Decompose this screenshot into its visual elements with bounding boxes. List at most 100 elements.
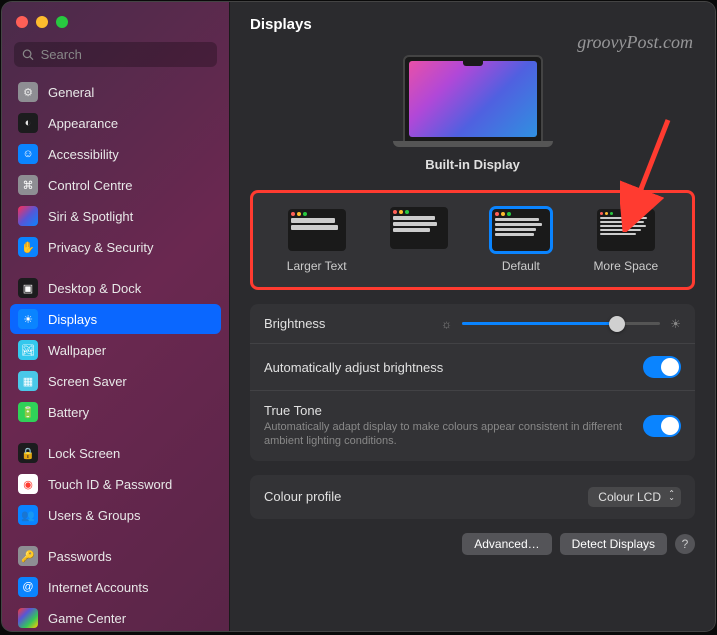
sidebar-item-label: Battery xyxy=(48,405,89,420)
sidebar-item-label: Lock Screen xyxy=(48,446,120,461)
key-icon: 🔑 xyxy=(18,546,38,566)
sidebar-item-label: Game Center xyxy=(48,611,126,626)
truetone-description: Automatically adapt display to make colo… xyxy=(264,420,643,449)
resolution-thumb xyxy=(492,209,550,251)
page-title: Displays xyxy=(250,16,695,33)
auto-brightness-label: Automatically adjust brightness xyxy=(264,360,443,375)
sidebar-item-label: Accessibility xyxy=(48,147,119,162)
close-window-button[interactable] xyxy=(16,16,28,28)
sidebar-item-label: Privacy & Security xyxy=(48,240,153,255)
colour-profile-label: Colour profile xyxy=(264,489,341,504)
sidebar-item-lock-screen[interactable]: 🔒 Lock Screen xyxy=(10,438,221,468)
screensaver-icon: ▦ xyxy=(18,371,38,391)
sidebar-item-game-center[interactable]: Game Center xyxy=(10,603,221,631)
displays-icon: ☀ xyxy=(18,309,38,329)
sun-dim-icon: ☼ xyxy=(441,317,452,331)
fullscreen-window-button[interactable] xyxy=(56,16,68,28)
resolution-thumb xyxy=(597,209,655,251)
sidebar-item-touch-id[interactable]: ◉ Touch ID & Password xyxy=(10,469,221,499)
wallpaper-icon: 🏞 xyxy=(18,340,38,360)
truetone-row: True Tone Automatically adapt display to… xyxy=(250,391,695,461)
sidebar-item-label: Desktop & Dock xyxy=(48,281,141,296)
auto-brightness-row: Automatically adjust brightness xyxy=(250,344,695,391)
sun-bright-icon: ☀ xyxy=(670,317,681,331)
sidebar-item-displays[interactable]: ☀ Displays xyxy=(10,304,221,334)
resolution-option-larger-text[interactable]: Larger Text xyxy=(287,209,347,273)
battery-icon: 🔋 xyxy=(18,402,38,422)
truetone-toggle[interactable] xyxy=(643,415,681,437)
users-icon: 👥 xyxy=(18,505,38,525)
sidebar-item-label: Touch ID & Password xyxy=(48,477,172,492)
resolution-label: Default xyxy=(502,259,540,273)
colour-profile-row: Colour profile Colour LCD ⌃⌄ xyxy=(250,475,695,519)
sidebar-item-internet-accounts[interactable]: @ Internet Accounts xyxy=(10,572,221,602)
brightness-row: Brightness ☼ ☀ xyxy=(250,304,695,344)
bottom-buttons: Advanced… Detect Displays ? xyxy=(250,533,695,555)
sidebar: ⚙ General ◐ Appearance ☺ Accessibility ⌘ Con… xyxy=(2,2,230,631)
sidebar-item-siri[interactable]: Siri & Spotlight xyxy=(10,201,221,231)
gamecenter-icon xyxy=(18,608,38,628)
sidebar-item-screen-saver[interactable]: ▦ Screen Saver xyxy=(10,366,221,396)
header: Displays xyxy=(230,2,715,45)
brightness-settings: Brightness ☼ ☀ Automatically adjust brig… xyxy=(250,304,695,461)
chevron-updown-icon: ⌃⌄ xyxy=(668,492,675,502)
lock-icon: 🔒 xyxy=(18,443,38,463)
gear-icon: ⚙ xyxy=(18,82,38,102)
sidebar-item-control-centre[interactable]: ⌘ Control Centre xyxy=(10,170,221,200)
sidebar-item-desktop-dock[interactable]: ▣ Desktop & Dock xyxy=(10,273,221,303)
sidebar-item-appearance[interactable]: ◐ Appearance xyxy=(10,108,221,138)
resolution-option-more-space[interactable]: More Space xyxy=(593,209,658,273)
resolution-picker: Larger Text xyxy=(250,190,695,290)
sidebar-item-battery[interactable]: 🔋 Battery xyxy=(10,397,221,427)
system-settings-window: ⚙ General ◐ Appearance ☺ Accessibility ⌘ Con… xyxy=(2,2,715,631)
appearance-icon: ◐ xyxy=(18,113,38,133)
advanced-button[interactable]: Advanced… xyxy=(462,533,551,555)
sidebar-item-label: Users & Groups xyxy=(48,508,140,523)
sidebar-item-accessibility[interactable]: ☺ Accessibility xyxy=(10,139,221,169)
desktop-icon: ▣ xyxy=(18,278,38,298)
sidebar-item-general[interactable]: ⚙ General xyxy=(10,77,221,107)
brightness-slider[interactable] xyxy=(462,322,660,325)
resolution-label: Larger Text xyxy=(287,259,347,273)
sidebar-item-label: Displays xyxy=(48,312,97,327)
sidebar-item-passwords[interactable]: 🔑 Passwords xyxy=(10,541,221,571)
sidebar-item-label: Wallpaper xyxy=(48,343,106,358)
resolution-thumb xyxy=(288,209,346,251)
sidebar-item-label: Internet Accounts xyxy=(48,580,148,595)
sidebar-item-label: General xyxy=(48,85,94,100)
sidebar-item-wallpaper[interactable]: 🏞 Wallpaper xyxy=(10,335,221,365)
sidebar-item-label: Screen Saver xyxy=(48,374,127,389)
resolution-option-default[interactable]: Default xyxy=(492,209,550,273)
colour-profile-block: Colour profile Colour LCD ⌃⌄ xyxy=(250,475,695,519)
help-button[interactable]: ? xyxy=(675,534,695,554)
resolution-label: More Space xyxy=(593,259,658,273)
minimize-window-button[interactable] xyxy=(36,16,48,28)
at-icon: @ xyxy=(18,577,38,597)
privacy-icon: ✋ xyxy=(18,237,38,257)
control-centre-icon: ⌘ xyxy=(18,175,38,195)
fingerprint-icon: ◉ xyxy=(18,474,38,494)
sidebar-item-label: Control Centre xyxy=(48,178,133,193)
auto-brightness-toggle[interactable] xyxy=(643,356,681,378)
main-content: Displays Built-in Display Larger Text xyxy=(230,2,715,631)
window-controls xyxy=(2,2,229,38)
display-preview: Built-in Display xyxy=(250,45,695,190)
detect-displays-button[interactable]: Detect Displays xyxy=(560,533,667,555)
accessibility-icon: ☺ xyxy=(18,144,38,164)
search-box[interactable] xyxy=(14,42,217,67)
sidebar-item-users-groups[interactable]: 👥 Users & Groups xyxy=(10,500,221,530)
siri-icon xyxy=(18,206,38,226)
resolution-option-2[interactable] xyxy=(390,207,448,273)
sidebar-list: ⚙ General ◐ Appearance ☺ Accessibility ⌘ Con… xyxy=(2,77,229,631)
sidebar-item-privacy[interactable]: ✋ Privacy & Security xyxy=(10,232,221,262)
sidebar-item-label: Appearance xyxy=(48,116,118,131)
colour-profile-select[interactable]: Colour LCD ⌃⌄ xyxy=(588,487,681,507)
resolution-thumb xyxy=(390,207,448,249)
search-icon xyxy=(22,48,35,62)
sidebar-item-label: Passwords xyxy=(48,549,112,564)
brightness-label: Brightness xyxy=(264,316,325,331)
search-input[interactable] xyxy=(41,47,209,62)
brightness-slider-wrap: ☼ ☀ xyxy=(441,317,681,331)
truetone-label: True Tone xyxy=(264,403,643,418)
colour-profile-value: Colour LCD xyxy=(598,490,661,504)
